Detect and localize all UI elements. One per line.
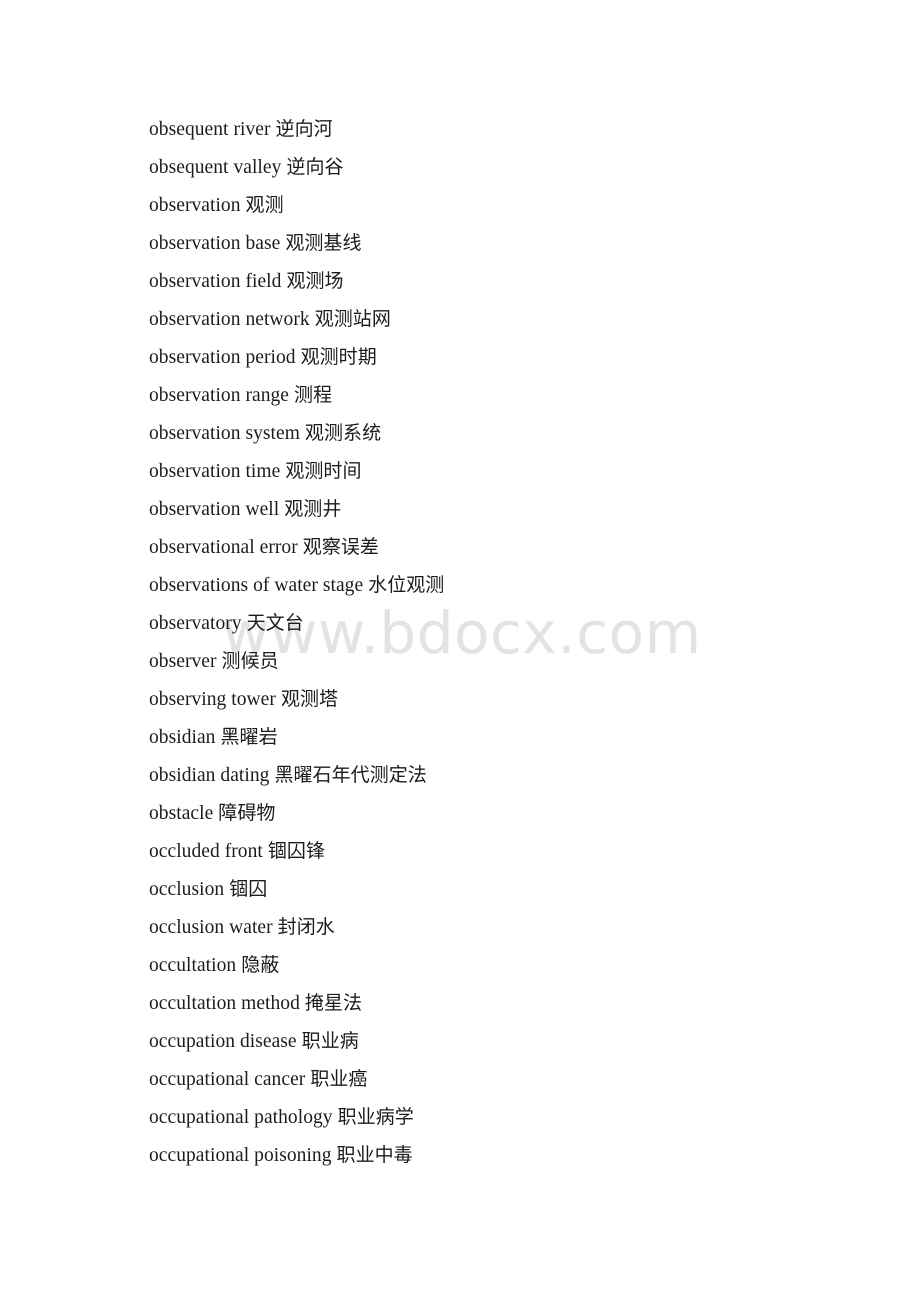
entry-gloss: 观测场 xyxy=(286,270,344,292)
entry-gloss: 障碍物 xyxy=(218,802,276,824)
glossary-entry: observation base 观测基线 xyxy=(149,224,920,262)
entry-gloss: 职业病学 xyxy=(337,1106,414,1128)
entry-term: occultation method xyxy=(149,993,300,1014)
entry-gloss: 封闭水 xyxy=(277,916,335,938)
entry-gloss: 观测塔 xyxy=(280,688,339,710)
entry-term: observation well xyxy=(149,499,280,520)
entry-term: occupation disease xyxy=(149,1031,297,1052)
entry-gloss: 黑曜石年代测定法 xyxy=(274,764,427,786)
entry-gloss: 观测基线 xyxy=(285,232,362,254)
entry-term: obsidian xyxy=(149,727,216,748)
entry-term: occultation xyxy=(149,955,237,976)
glossary-entry: observatory 天文台 xyxy=(149,604,920,642)
entry-term: observation base xyxy=(149,233,281,254)
entry-term: observation period xyxy=(149,347,296,368)
entry-term: observations of water stage xyxy=(149,575,364,596)
glossary-entry: occupational pathology 职业病学 xyxy=(149,1098,920,1136)
entry-gloss: 观测时间 xyxy=(285,460,362,482)
entry-term: observation system xyxy=(149,423,300,444)
glossary-entry: occupational poisoning 职业中毒 xyxy=(149,1136,920,1174)
entry-term: occluded front xyxy=(149,841,263,862)
glossary-entry: observation well 观测井 xyxy=(149,490,920,528)
entry-gloss: 锢囚 xyxy=(229,878,268,900)
entry-gloss: 观察误差 xyxy=(302,536,379,558)
glossary-entry: occultation method 掩星法 xyxy=(149,984,920,1022)
entry-gloss: 水位观测 xyxy=(368,574,445,596)
entry-term: obsidian dating xyxy=(149,765,270,786)
glossary-entry: observation time 观测时间 xyxy=(149,452,920,490)
entry-gloss: 隐蔽 xyxy=(241,954,280,976)
glossary-entry-list: obsequent river 逆向河 obsequent valley 逆向谷 obs… xyxy=(0,0,920,1174)
entry-gloss: 天文台 xyxy=(246,612,304,634)
entry-gloss: 黑曜岩 xyxy=(220,726,278,748)
entry-term: obstacle xyxy=(149,803,214,824)
glossary-entry: occlusion water 封闭水 xyxy=(149,908,920,946)
entry-term: occupational cancer xyxy=(149,1069,306,1090)
glossary-entry: observer 测候员 xyxy=(149,642,920,680)
entry-gloss: 职业癌 xyxy=(310,1068,368,1090)
entry-term: observation field xyxy=(149,271,282,292)
entry-gloss: 观测井 xyxy=(284,498,342,520)
glossary-entry: obsidian 黑曜岩 xyxy=(149,718,920,756)
entry-term: occupational pathology xyxy=(149,1107,333,1128)
entry-term: observer xyxy=(149,651,217,672)
glossary-entry: occultation 隐蔽 xyxy=(149,946,920,984)
glossary-entry: obstacle 障碍物 xyxy=(149,794,920,832)
glossary-entry: obsequent river 逆向河 xyxy=(149,110,920,148)
entry-gloss: 掩星法 xyxy=(304,992,363,1014)
entry-term: observation time xyxy=(149,461,281,482)
entry-gloss: 逆向谷 xyxy=(286,156,344,178)
glossary-entry: observation system 观测系统 xyxy=(149,414,920,452)
entry-term: observational error xyxy=(149,537,298,558)
glossary-entry: observing tower 观测塔 xyxy=(149,680,920,718)
entry-gloss: 观测系统 xyxy=(304,422,382,444)
glossary-entry: obsequent valley 逆向谷 xyxy=(149,148,920,186)
entry-gloss: 测候员 xyxy=(221,650,279,672)
entry-term: observatory xyxy=(149,613,242,634)
entry-term: occlusion water xyxy=(149,917,273,938)
glossary-entry: observation period 观测时期 xyxy=(149,338,920,376)
entry-term: observing tower xyxy=(149,689,276,710)
glossary-entry: occluded front 锢囚锋 xyxy=(149,832,920,870)
entry-term: obsequent river xyxy=(149,119,271,140)
glossary-entry: observation field 观测场 xyxy=(149,262,920,300)
glossary-entry: observation network 观测站网 xyxy=(149,300,920,338)
entry-term: observation xyxy=(149,195,241,216)
glossary-entry: observational error 观察误差 xyxy=(149,528,920,566)
entry-gloss: 职业中毒 xyxy=(336,1144,413,1166)
entry-gloss: 锢囚锋 xyxy=(267,840,326,862)
document-page: www.bdocx.com obsequent river 逆向河 obsequen… xyxy=(0,0,920,1302)
entry-gloss: 逆向河 xyxy=(275,118,333,140)
entry-gloss: 观测站网 xyxy=(314,308,391,330)
entry-gloss: 观测时期 xyxy=(300,346,377,368)
glossary-entry: occlusion 锢囚 xyxy=(149,870,920,908)
entry-term: observation network xyxy=(149,309,310,330)
glossary-entry: observations of water stage 水位观测 xyxy=(149,566,920,604)
entry-gloss: 职业病 xyxy=(301,1030,359,1052)
entry-term: occlusion xyxy=(149,879,225,900)
entry-term: observation range xyxy=(149,385,290,406)
glossary-entry: observation range 测程 xyxy=(149,376,920,414)
glossary-entry: occupation disease 职业病 xyxy=(149,1022,920,1060)
entry-term: occupational poisoning xyxy=(149,1145,332,1166)
glossary-entry: occupational cancer 职业癌 xyxy=(149,1060,920,1098)
glossary-entry: obsidian dating 黑曜石年代测定法 xyxy=(149,756,920,794)
entry-term: obsequent valley xyxy=(149,157,282,178)
entry-gloss: 测程 xyxy=(294,384,333,406)
entry-gloss: 观测 xyxy=(245,194,284,216)
glossary-entry: observation 观测 xyxy=(149,186,920,224)
